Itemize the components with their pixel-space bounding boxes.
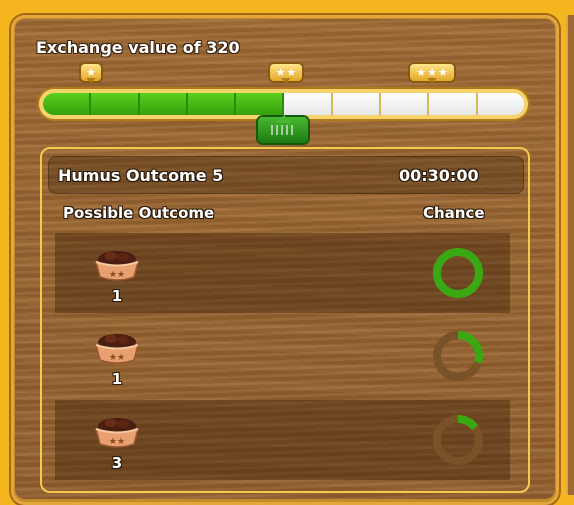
exchange-value-title: Exchange value of 320 <box>36 38 240 57</box>
chance-header: Chance <box>423 204 485 222</box>
progress-segment <box>91 93 140 115</box>
adjacent-panel-edge <box>566 15 574 495</box>
star-icon: ★ <box>275 66 286 79</box>
star-icon: ★ <box>416 66 427 79</box>
outcome-row: ★★ 3 <box>55 400 510 480</box>
progress-segment <box>477 93 524 115</box>
progress-segment <box>429 93 478 115</box>
svg-text:★★: ★★ <box>109 353 125 363</box>
humus-basket-icon: ★★ <box>94 251 140 281</box>
outcome-quantity: 1 <box>111 287 123 305</box>
progress-segment <box>381 93 430 115</box>
outcome-timer: 00:30:00 <box>399 166 479 185</box>
humus-basket-icon: ★★ <box>94 418 140 448</box>
milestone-2-star: ★ ★ <box>270 64 302 83</box>
svg-text:★★: ★★ <box>109 437 125 447</box>
milestone-1-star: ★ <box>81 64 101 83</box>
progress-segment <box>187 93 237 115</box>
humus-basket-icon: ★★ <box>94 334 140 364</box>
svg-text:★★: ★★ <box>109 270 125 280</box>
outcome-name: Humus Outcome 5 <box>58 166 224 185</box>
outcome-quantity: 1 <box>111 370 123 388</box>
chance-ring <box>433 248 483 298</box>
outcome-row: ★★ 1 <box>55 316 510 396</box>
chance-ring-fill <box>433 248 483 298</box>
star-icon: ★ <box>427 66 437 79</box>
progress-slider-handle[interactable] <box>258 115 308 143</box>
possible-outcome-header: Possible Outcome <box>63 204 215 222</box>
outcome-quantity: 3 <box>111 454 123 472</box>
star-icon: ★ <box>437 66 448 79</box>
progress-segment <box>139 93 188 115</box>
grip-icon <box>271 125 295 135</box>
star-icon: ★ <box>86 66 96 79</box>
chance-ring <box>433 415 483 465</box>
progress-segment <box>332 93 382 115</box>
outcome-row: ★★ 1 <box>55 233 510 313</box>
chance-ring <box>433 331 483 381</box>
milestone-3-star: ★ ★ ★ <box>410 64 454 83</box>
progress-segment <box>43 93 92 115</box>
star-icon: ★ <box>286 66 297 79</box>
